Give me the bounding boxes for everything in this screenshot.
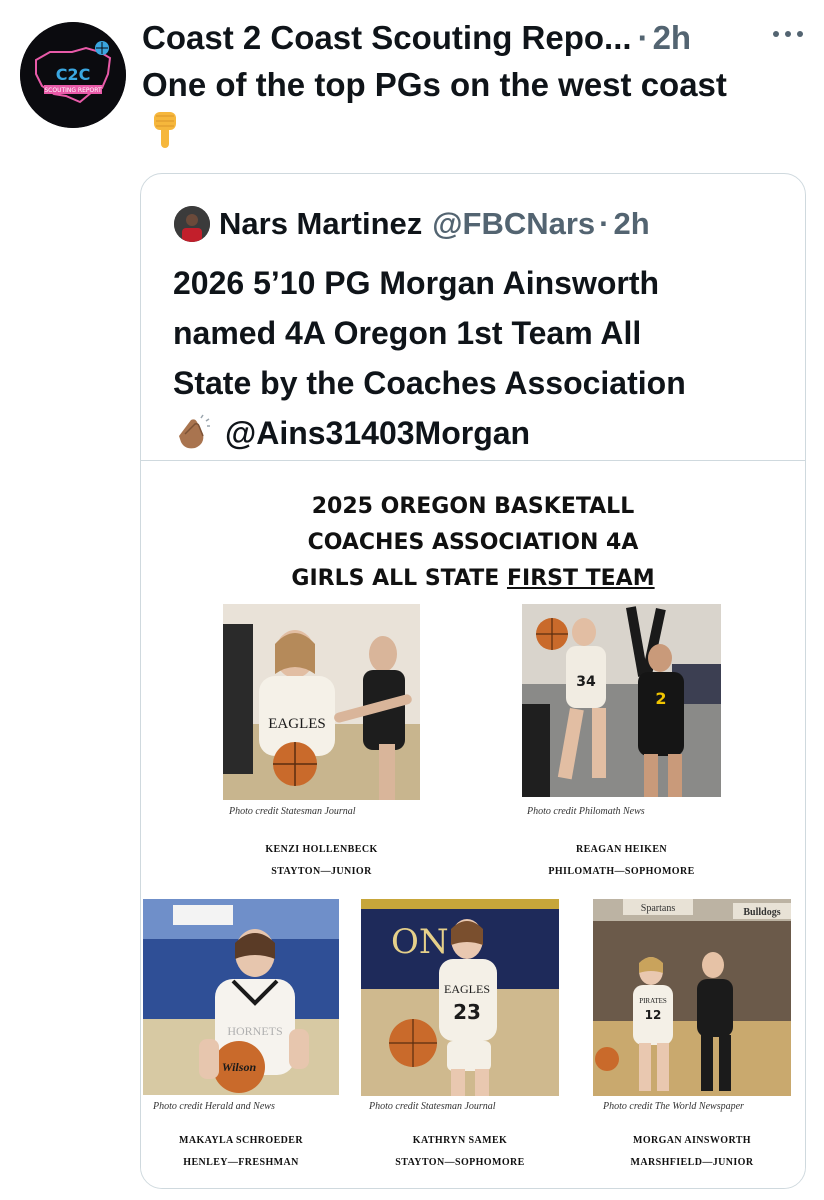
logo-subtext: SCOUTING REPORT [44,87,102,94]
more-horizontal-icon[interactable] [770,24,806,44]
graphic-title-underlined: FIRST TEAM [506,566,655,591]
quoted-tweet[interactable]: Nars Martinez @FBCNars · 2h 2026 5’10 PG… [140,173,806,1189]
jersey-number: 34 [576,674,596,690]
player-photo: EAGLES [223,604,420,800]
player-name: REAGAN HEIKEN [575,844,668,855]
tweet-text: One of the top PGs on the west coast [142,66,727,103]
player-school: MARSHFIELD—JUNIOR [630,1157,754,1168]
graphic-title-line: COACHES ASSOCIATION 4A [307,530,639,555]
player-name: KATHRYN SAMEK [412,1135,508,1146]
photo-credit: Photo credit Statesman Journal [369,1101,496,1112]
player-school: HENLEY—FRESHMAN [183,1157,299,1168]
c2c-logo: C2C SCOUTING REPORT [20,22,126,128]
graphic-title: 2025 OREGON BASKETALL COACHES ASSOCIATIO… [141,489,805,597]
uniform-text: HORNETS [227,1024,282,1038]
quote-header: Nars Martinez @FBCNars · 2h [219,204,650,244]
quote-text-line: State by the Coaches Association [173,365,686,401]
mention-link[interactable]: @Ains31403Morgan [225,408,530,458]
photo-credit: Photo credit Philomath News [527,806,645,817]
player-photo: ON EAGLES 23 [361,899,559,1096]
gym-wall-text: ON [391,922,449,962]
tweet-timestamp[interactable]: 2h [653,19,692,57]
quote-author-avatar[interactable] [174,206,210,242]
quote-author-name[interactable]: Nars Martinez [219,206,422,242]
author-name[interactable]: Coast 2 Coast Scouting Repo... [142,19,632,57]
separator-dot: · [637,19,649,56]
tweet-header: Coast 2 Coast Scouting Repo... · 2h [142,16,802,60]
player-name: MORGAN AINSWORTH [632,1135,751,1146]
uniform-text: PIRATES [639,997,667,1005]
uniform-text: EAGLES [444,982,490,996]
quote-text-line: 2026 5’10 PG Morgan Ainsworth [173,265,660,301]
player-name: MAKAYLA SCHROEDER [179,1135,303,1146]
player-photo: HORNETS Wilson [143,899,339,1095]
quote-text-line: named 4A Oregon 1st Team All [173,315,642,351]
quote-author-handle[interactable]: @FBCNars [432,206,595,242]
all-state-graphic[interactable]: 2025 OREGON BASKETALL COACHES ASSOCIATIO… [141,461,805,1188]
quote-timestamp[interactable]: 2h [614,206,650,242]
opponent-jersey-number: 2 [655,689,666,708]
graphic-title-prefix: GIRLS ALL STATE [291,566,507,591]
logo-text: C2C [56,65,91,84]
player-photo: 34 2 [522,604,721,797]
quote-text: 2026 5’10 PG Morgan Ainsworth named 4A O… [173,258,783,458]
graphic-title-line: 2025 OREGON BASKETALL [311,494,635,519]
photo-credit: Photo credit The World Newspaper [603,1101,744,1112]
player-school: STAYTON—JUNIOR [271,866,372,877]
player-school: PHILOMATH—SOPHOMORE [548,866,695,877]
backhand-index-pointing-down-icon [154,112,176,148]
banner-right-text: Bulldogs [743,907,780,918]
ball-brand: Wilson [222,1060,257,1074]
player-school: STAYTON—SOPHOMORE [395,1157,525,1168]
jersey-number: 23 [453,1000,481,1024]
uniform-text: EAGLES [268,716,326,732]
graphic-title-line: GIRLS ALL STATE FIRST TEAM [141,561,805,597]
player-name: KENZI HOLLENBECK [265,844,378,855]
banner-left-text: Spartans [641,903,676,914]
clapping-hands-icon [179,414,210,449]
photo-credit: Photo credit Herald and News [153,1101,275,1112]
photo-credit: Photo credit Statesman Journal [229,806,356,817]
separator-dot: · [599,206,610,241]
author-avatar[interactable]: C2C SCOUTING REPORT [20,22,126,128]
jersey-number: 12 [645,1008,662,1022]
player-photo: Spartans Bulldogs 12 PIRATES [593,899,791,1096]
